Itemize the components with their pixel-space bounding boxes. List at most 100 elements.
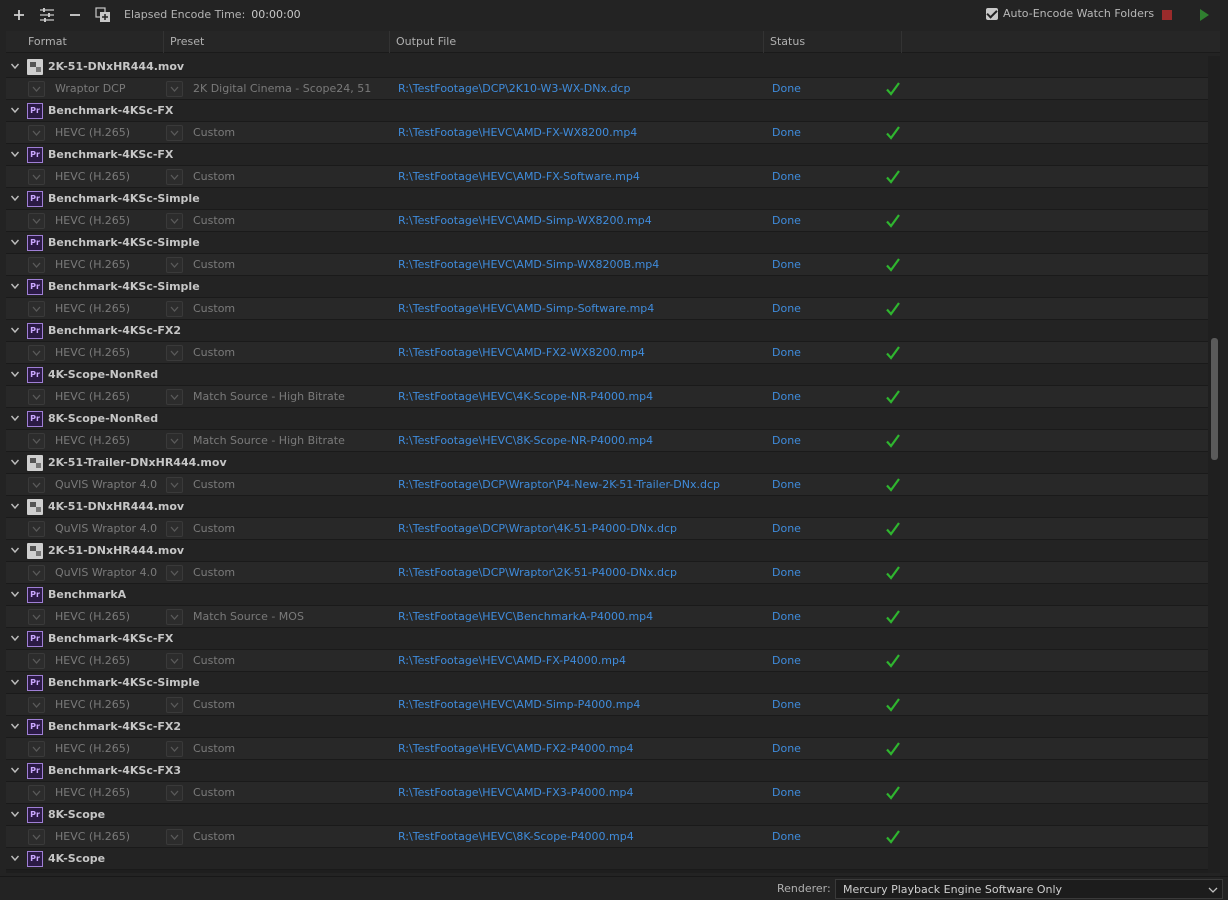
format-dropdown[interactable]: [28, 565, 45, 581]
encode-row[interactable]: HEVC (H.265) Custom R:\TestFootage\HEVC\AM…: [6, 254, 1208, 276]
output-file-link[interactable]: R:\TestFootage\HEVC\8K-Scope-P4000.mp4: [398, 826, 634, 848]
format-dropdown[interactable]: [28, 301, 45, 317]
remove-button[interactable]: [66, 6, 84, 24]
vertical-scrollbar[interactable]: [1208, 56, 1220, 873]
format-dropdown[interactable]: [28, 785, 45, 801]
chevron-down-icon[interactable]: [10, 809, 20, 819]
format-dropdown[interactable]: [28, 521, 45, 537]
source-row[interactable]: Pr Benchmark-4KSc-FX2: [6, 716, 1208, 738]
format-dropdown[interactable]: [28, 829, 45, 845]
output-file-link[interactable]: R:\TestFootage\HEVC\BenchmarkA-P4000.mp4: [398, 606, 653, 628]
source-row[interactable]: 4K-51-DNxHR444.mov: [6, 496, 1208, 518]
chevron-down-icon[interactable]: [10, 413, 20, 423]
preset-dropdown[interactable]: [166, 741, 183, 757]
output-file-link[interactable]: R:\TestFootage\HEVC\8K-Scope-NR-P4000.mp…: [398, 430, 653, 452]
column-status[interactable]: Status: [763, 31, 901, 53]
chevron-down-icon[interactable]: [10, 721, 20, 731]
preset-dropdown[interactable]: [166, 565, 183, 581]
output-file-link[interactable]: R:\TestFootage\HEVC\AMD-FX-WX8200.mp4: [398, 122, 637, 144]
encode-row[interactable]: HEVC (H.265) Match Source - High Bitrate R…: [6, 386, 1208, 408]
encode-row[interactable]: HEVC (H.265) Match Source - MOS R:\TestFoo…: [6, 606, 1208, 628]
queue-settings-button[interactable]: [38, 6, 56, 24]
format-dropdown[interactable]: [28, 433, 45, 449]
output-file-link[interactable]: R:\TestFootage\HEVC\AMD-FX2-P4000.mp4: [398, 738, 634, 760]
format-dropdown[interactable]: [28, 609, 45, 625]
encode-row[interactable]: QuVIS Wraptor 4.0 Custom R:\TestFootage\DC…: [6, 518, 1208, 540]
encode-row[interactable]: HEVC (H.265) Custom R:\TestFootage\HEVC\8K…: [6, 826, 1208, 848]
format-dropdown[interactable]: [28, 741, 45, 757]
format-dropdown[interactable]: [28, 81, 45, 97]
preset-dropdown[interactable]: [166, 829, 183, 845]
add-source-button[interactable]: [10, 6, 28, 24]
preset-dropdown[interactable]: [166, 257, 183, 273]
preset-dropdown[interactable]: [166, 169, 183, 185]
output-file-link[interactable]: R:\TestFootage\HEVC\AMD-Simp-P4000.mp4: [398, 694, 640, 716]
column-format[interactable]: Format: [22, 31, 164, 53]
preset-dropdown[interactable]: [166, 609, 183, 625]
chevron-down-icon[interactable]: [10, 149, 20, 159]
output-file-link[interactable]: R:\TestFootage\HEVC\AMD-Simp-WX8200B.mp4: [398, 254, 659, 276]
encode-row[interactable]: Wraptor DCP 2K Digital Cinema - Scope24, …: [6, 78, 1208, 100]
source-row[interactable]: Pr Benchmark-4KSc-Simple: [6, 188, 1208, 210]
chevron-down-icon[interactable]: [10, 193, 20, 203]
renderer-select[interactable]: Mercury Playback Engine Software Only: [835, 879, 1223, 899]
preset-dropdown[interactable]: [166, 653, 183, 669]
output-file-link[interactable]: R:\TestFootage\HEVC\AMD-FX3-P4000.mp4: [398, 782, 634, 804]
chevron-down-icon[interactable]: [10, 677, 20, 687]
chevron-down-icon[interactable]: [10, 545, 20, 555]
format-dropdown[interactable]: [28, 389, 45, 405]
encode-row[interactable]: HEVC (H.265) Custom R:\TestFootage\HEVC\AM…: [6, 122, 1208, 144]
source-row[interactable]: Pr 8K-Scope: [6, 804, 1208, 826]
encode-row[interactable]: HEVC (H.265) Custom R:\TestFootage\HEVC\AM…: [6, 210, 1208, 232]
encode-row[interactable]: HEVC (H.265) Custom R:\TestFootage\HEVC\AM…: [6, 738, 1208, 760]
output-file-link[interactable]: R:\TestFootage\HEVC\4K-Scope-NR-P4000.mp…: [398, 386, 653, 408]
encode-row[interactable]: HEVC (H.265) Custom R:\TestFootage\HEVC\AM…: [6, 782, 1208, 804]
encode-row[interactable]: QuVIS Wraptor 4.0 Custom R:\TestFootage\DC…: [6, 474, 1208, 496]
preset-dropdown[interactable]: [166, 697, 183, 713]
column-output-file[interactable]: Output File: [389, 31, 765, 53]
chevron-down-icon[interactable]: [10, 501, 20, 511]
format-dropdown[interactable]: [28, 477, 45, 493]
encode-row[interactable]: HEVC (H.265) Custom R:\TestFootage\HEVC\AM…: [6, 650, 1208, 672]
output-file-link[interactable]: R:\TestFootage\HEVC\AMD-FX2-WX8200.mp4: [398, 342, 645, 364]
chevron-down-icon[interactable]: [10, 853, 20, 863]
preset-dropdown[interactable]: [166, 477, 183, 493]
format-dropdown[interactable]: [28, 653, 45, 669]
duplicate-button[interactable]: [94, 6, 112, 24]
preset-dropdown[interactable]: [166, 345, 183, 361]
chevron-down-icon[interactable]: [10, 765, 20, 775]
source-row[interactable]: 2K-51-DNxHR444.mov: [6, 540, 1208, 562]
preset-dropdown[interactable]: [166, 785, 183, 801]
auto-encode-checkbox[interactable]: [986, 7, 998, 20]
format-dropdown[interactable]: [28, 345, 45, 361]
encode-row[interactable]: QuVIS Wraptor 4.0 Custom R:\TestFootage\DC…: [6, 562, 1208, 584]
chevron-down-icon[interactable]: [10, 281, 20, 291]
encode-row[interactable]: HEVC (H.265) Custom R:\TestFootage\HEVC\AM…: [6, 166, 1208, 188]
encode-row[interactable]: HEVC (H.265) Custom R:\TestFootage\HEVC\AM…: [6, 342, 1208, 364]
chevron-down-icon[interactable]: [10, 457, 20, 467]
preset-dropdown[interactable]: [166, 521, 183, 537]
source-row[interactable]: Pr Benchmark-4KSc-FX: [6, 628, 1208, 650]
auto-encode-toggle[interactable]: Auto-Encode Watch Folders: [986, 7, 1154, 20]
source-row[interactable]: 2K-51-Trailer-DNxHR444.mov: [6, 452, 1208, 474]
chevron-down-icon[interactable]: [10, 237, 20, 247]
source-row[interactable]: Pr Benchmark-4KSc-FX: [6, 100, 1208, 122]
format-dropdown[interactable]: [28, 213, 45, 229]
preset-dropdown[interactable]: [166, 389, 183, 405]
encode-row[interactable]: HEVC (H.265) Custom R:\TestFootage\HEVC\AM…: [6, 694, 1208, 716]
output-file-link[interactable]: R:\TestFootage\HEVC\AMD-Simp-WX8200.mp4: [398, 210, 652, 232]
source-row[interactable]: Pr Benchmark-4KSc-FX2: [6, 320, 1208, 342]
column-preset[interactable]: Preset: [163, 31, 391, 53]
preset-dropdown[interactable]: [166, 433, 183, 449]
source-row[interactable]: Pr 4K-Scope-NonRed: [6, 364, 1208, 386]
start-queue-button[interactable]: [1200, 9, 1209, 21]
chevron-down-icon[interactable]: [10, 589, 20, 599]
stop-queue-button[interactable]: [1162, 10, 1172, 20]
source-row[interactable]: Pr Benchmark-4KSc-Simple: [6, 232, 1208, 254]
chevron-down-icon[interactable]: [10, 325, 20, 335]
source-row[interactable]: Pr Benchmark-4KSc-Simple: [6, 672, 1208, 694]
source-row[interactable]: Pr Benchmark-4KSc-FX3: [6, 760, 1208, 782]
format-dropdown[interactable]: [28, 125, 45, 141]
preset-dropdown[interactable]: [166, 213, 183, 229]
chevron-down-icon[interactable]: [10, 369, 20, 379]
